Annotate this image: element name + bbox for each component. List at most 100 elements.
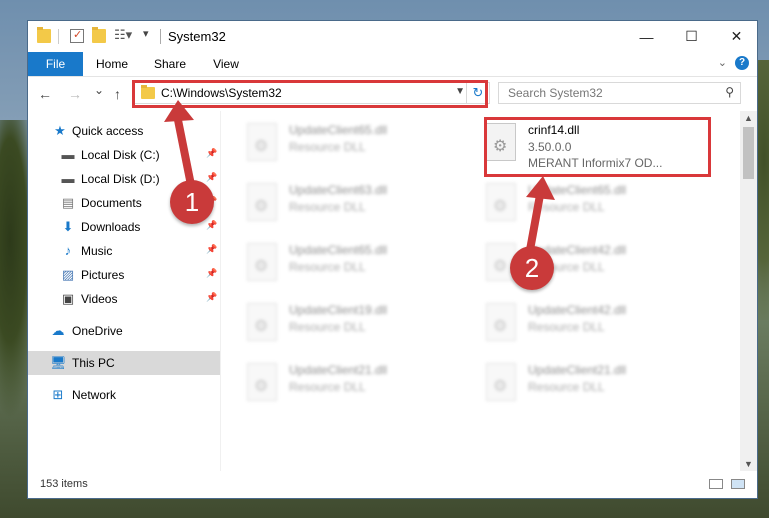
file-name: UpdateClient19.dll bbox=[289, 303, 388, 317]
sidebar-item-label: Downloads bbox=[81, 220, 141, 234]
sidebar-item-label: Documents bbox=[81, 196, 142, 210]
file-name: UpdateClient65.dll bbox=[528, 183, 627, 197]
sidebar-item-this-pc[interactable]: 🖥 This PC bbox=[28, 351, 220, 375]
pin-icon[interactable]: 📌 bbox=[206, 172, 217, 183]
sidebar-item-label: Music bbox=[81, 244, 113, 258]
file-tile[interactable]: UpdateClient63.dll Resource DLL bbox=[241, 179, 461, 229]
file-tile[interactable]: UpdateClient65.dll Resource DLL bbox=[241, 239, 461, 289]
details-view-icon[interactable] bbox=[709, 479, 723, 489]
large-icons-view-icon[interactable] bbox=[731, 479, 745, 489]
sidebar-item-music[interactable]: ♪ Music 📌 bbox=[28, 239, 220, 263]
file-tile[interactable]: UpdateClient65.dll Resource DLL bbox=[241, 119, 461, 169]
dll-file-icon bbox=[486, 123, 516, 161]
callout-badge-1: 1 bbox=[170, 180, 214, 224]
file-type: Resource DLL bbox=[289, 380, 366, 394]
sidebar-item-quick-access[interactable]: ★ Quick access bbox=[28, 119, 220, 143]
chevron-down-icon[interactable]: ⌄ bbox=[718, 56, 727, 69]
file-description: MERANT Informix7 OD... bbox=[528, 156, 663, 170]
close-button[interactable]: ✕ bbox=[714, 21, 757, 52]
chevron-down-icon[interactable]: ▼ bbox=[455, 86, 465, 97]
file-tile[interactable]: UpdateClient65.dll Resource DLL bbox=[480, 179, 700, 229]
sidebar-item-local-disk-c[interactable]: ▬ Local Disk (C:) 📌 bbox=[28, 143, 220, 167]
vertical-scrollbar[interactable]: ▲ ▼ bbox=[740, 111, 757, 471]
cloud-icon: ☁ bbox=[51, 323, 65, 338]
customize-quick-access-icon[interactable]: ☷▾ bbox=[114, 27, 132, 43]
documents-icon: ▤ bbox=[61, 195, 75, 210]
up-button[interactable]: ↑ bbox=[114, 86, 121, 102]
file-type: Resource DLL bbox=[528, 200, 605, 214]
sidebar-item-label: OneDrive bbox=[72, 324, 123, 338]
help-icon[interactable]: ? bbox=[735, 56, 749, 70]
folder-icon bbox=[141, 85, 155, 99]
recent-locations-button[interactable]: ⌄ bbox=[94, 83, 104, 97]
status-bar: 153 items bbox=[28, 470, 757, 498]
scroll-up-icon[interactable]: ▲ bbox=[744, 113, 753, 123]
pin-icon[interactable]: 📌 bbox=[206, 292, 217, 303]
pin-icon[interactable]: 📌 bbox=[206, 244, 217, 255]
star-icon: ★ bbox=[54, 123, 66, 138]
callout-badge-2: 2 bbox=[510, 246, 554, 290]
file-name: UpdateClient65.dll bbox=[289, 123, 388, 137]
tab-home[interactable]: Home bbox=[90, 52, 134, 76]
sidebar-item-videos[interactable]: ▣ Videos 📌 bbox=[28, 287, 220, 311]
sidebar-item-label: Pictures bbox=[81, 268, 125, 282]
download-icon: ⬇ bbox=[62, 219, 74, 234]
file-tile[interactable]: UpdateClient21.dll Resource DLL bbox=[480, 359, 700, 409]
ribbon: File Home Share View ⌄ ? bbox=[28, 52, 757, 77]
divider bbox=[58, 29, 59, 44]
tab-view[interactable]: View bbox=[204, 52, 248, 76]
file-name: UpdateClient42.dll bbox=[528, 303, 627, 317]
navigation-bar: ← → ⌄ ↑ C:\Windows\System32 ▼ ↻ Search S… bbox=[28, 77, 757, 111]
file-type: Resource DLL bbox=[289, 200, 366, 214]
sidebar-item-pictures[interactable]: ▨ Pictures 📌 bbox=[28, 263, 220, 287]
tab-share[interactable]: Share bbox=[148, 52, 192, 76]
refresh-icon[interactable]: ↻ bbox=[466, 83, 489, 103]
file-tile[interactable]: UpdateClient19.dll Resource DLL bbox=[241, 299, 461, 349]
search-icon[interactable]: ⚲ bbox=[725, 85, 734, 99]
file-list: UpdateClient65.dll Resource DLL UpdateCl… bbox=[221, 111, 739, 471]
navigation-pane: ★ Quick access ▬ Local Disk (C:) 📌 ▬ Loc… bbox=[28, 111, 221, 471]
scroll-down-icon[interactable]: ▼ bbox=[744, 459, 753, 469]
dll-file-icon bbox=[247, 303, 277, 341]
pin-icon[interactable]: 📌 bbox=[206, 220, 217, 231]
file-tile[interactable]: UpdateClient42.dll Resource DLL bbox=[480, 299, 700, 349]
back-button[interactable]: ← bbox=[38, 86, 52, 102]
drive-icon: ▬ bbox=[61, 171, 75, 186]
file-name: crinf14.dll bbox=[528, 123, 580, 137]
scrollbar-thumb[interactable] bbox=[743, 127, 754, 179]
explorer-window: ☷▾ ▾ System32 — ☐ ✕ File Home Share View… bbox=[27, 20, 758, 499]
file-tile[interactable]: UpdateClient21.dll Resource DLL bbox=[241, 359, 461, 409]
file-type: Resource DLL bbox=[528, 380, 605, 394]
sidebar-item-label: Local Disk (D:) bbox=[81, 172, 160, 186]
item-count: 153 items bbox=[40, 478, 88, 490]
search-placeholder: Search System32 bbox=[508, 86, 603, 100]
forward-button[interactable]: → bbox=[68, 86, 82, 102]
sidebar-item-network[interactable]: ⊞ Network bbox=[28, 383, 220, 407]
file-type: Resource DLL bbox=[289, 260, 366, 274]
folder-icon bbox=[37, 27, 51, 43]
dll-file-icon bbox=[247, 363, 277, 401]
dll-file-icon bbox=[247, 243, 277, 281]
drive-icon: ▬ bbox=[61, 147, 75, 162]
dll-file-icon bbox=[486, 303, 516, 341]
pin-icon[interactable]: 📌 bbox=[206, 148, 217, 159]
search-input[interactable]: Search System32 ⚲ bbox=[498, 82, 741, 104]
address-bar[interactable]: C:\Windows\System32 ▼ ↻ bbox=[134, 82, 490, 104]
file-name: UpdateClient21.dll bbox=[528, 363, 627, 377]
videos-icon: ▣ bbox=[61, 291, 75, 306]
dll-file-icon bbox=[247, 183, 277, 221]
minimize-button[interactable]: — bbox=[624, 21, 669, 52]
maximize-button[interactable]: ☐ bbox=[669, 21, 714, 52]
pin-icon[interactable]: 📌 bbox=[206, 268, 217, 279]
dll-file-icon bbox=[247, 123, 277, 161]
file-tile-crinf14[interactable]: crinf14.dll 3.50.0.0 MERANT Informix7 OD… bbox=[480, 119, 700, 170]
new-folder-icon[interactable] bbox=[92, 27, 106, 43]
sidebar-item-onedrive[interactable]: ☁ OneDrive bbox=[28, 319, 220, 343]
quick-access-dropdown-icon[interactable]: ▾ bbox=[143, 27, 149, 40]
properties-icon[interactable] bbox=[70, 28, 84, 43]
file-type: Resource DLL bbox=[289, 140, 366, 154]
sidebar-item-label: This PC bbox=[72, 356, 115, 370]
pictures-icon: ▨ bbox=[61, 267, 75, 282]
tab-file[interactable]: File bbox=[28, 52, 83, 76]
address-path[interactable]: C:\Windows\System32 bbox=[161, 86, 282, 100]
